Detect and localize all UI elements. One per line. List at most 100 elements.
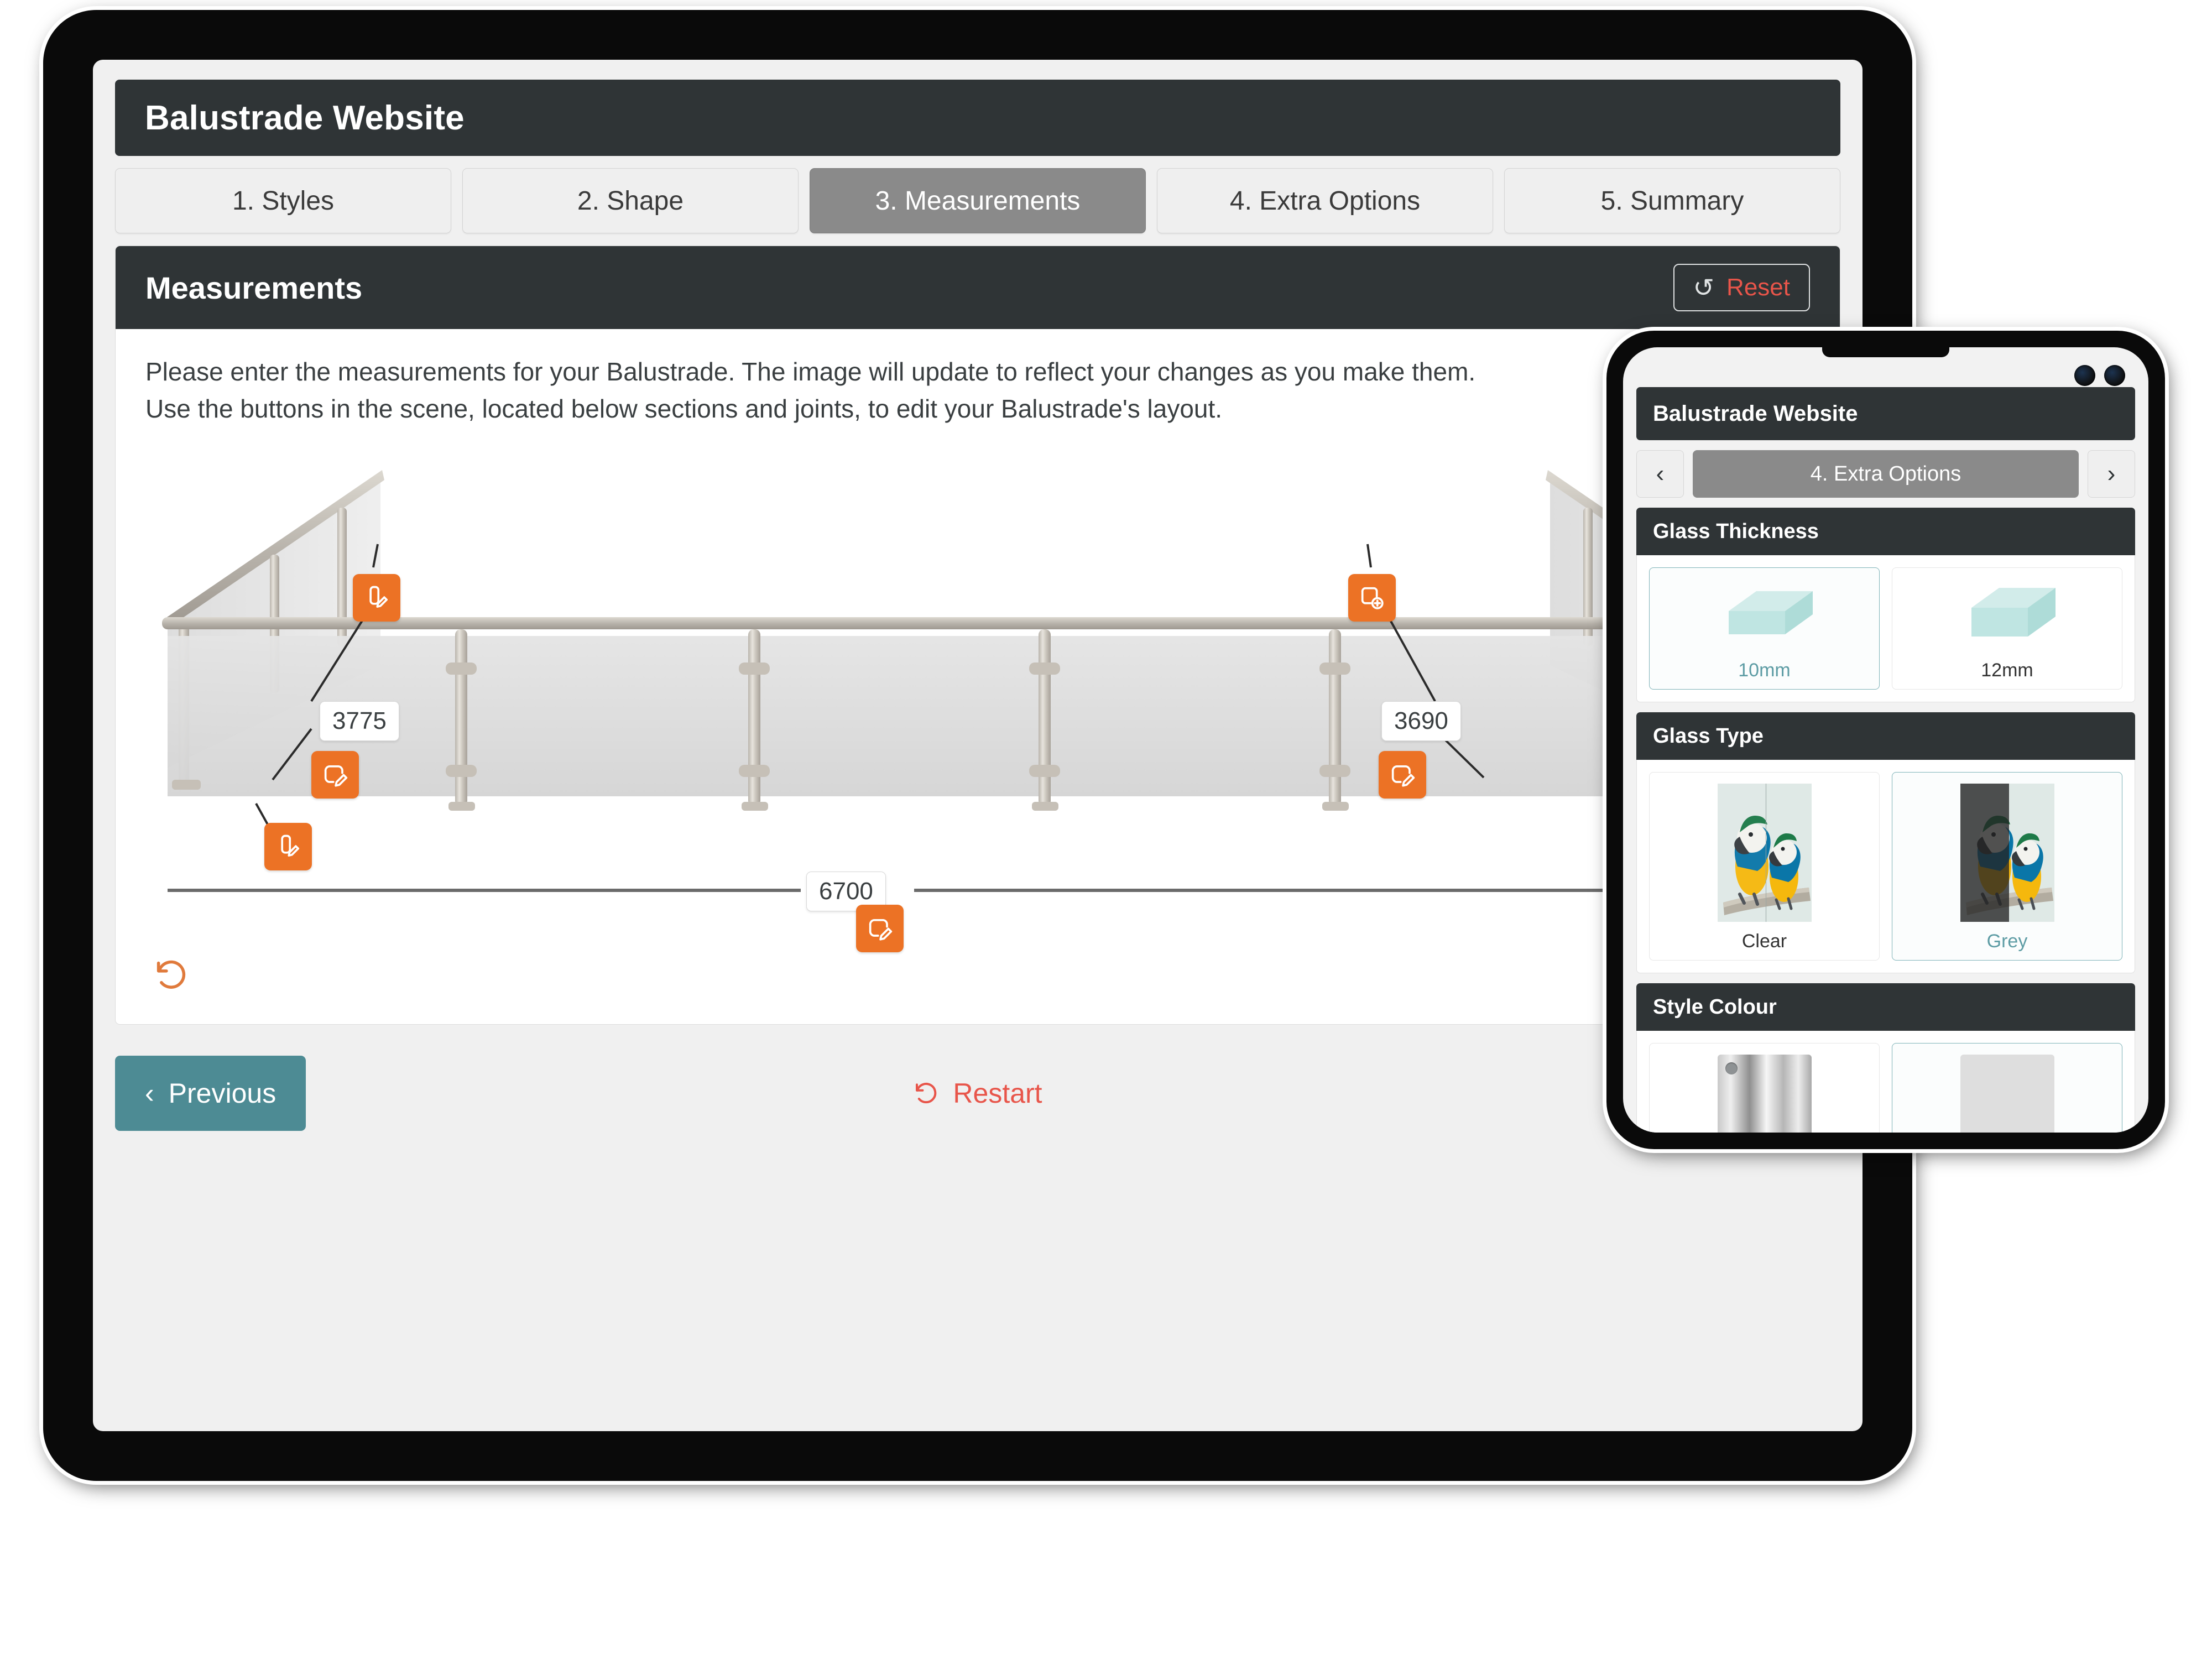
phone-current-step[interactable]: 4. Extra Options <box>1693 450 2079 498</box>
tab-measurements-label: 3. Measurements <box>875 186 1081 216</box>
option-glass-clear-label: Clear <box>1741 931 1787 952</box>
option-visual <box>1657 1055 1871 1133</box>
panel-header: Measurements ↺ Reset <box>116 246 1840 329</box>
phone-current-step-label: 4. Extra Options <box>1810 462 1961 486</box>
phone-content: Balustrade Website ‹ 4. Extra Options › <box>1623 347 2148 1133</box>
tab-styles-label: 1. Styles <box>232 186 335 216</box>
edit-joint-icon <box>281 835 300 857</box>
glass-block-icon <box>1971 588 2056 637</box>
reset-button-label: Reset <box>1726 274 1790 301</box>
glass-tint-overlay <box>1960 784 2009 922</box>
restart-button-label: Restart <box>953 1078 1042 1109</box>
option-visual <box>1900 784 2114 922</box>
tab-shape-label: 2. Shape <box>577 186 684 216</box>
edit-joint-button-left[interactable] <box>353 574 400 622</box>
screenshot-stage: Balustrade Website 1. Styles 2. Shape 3.… <box>0 0 2212 1659</box>
instructions: Please enter the measurements for your B… <box>145 353 1810 427</box>
app-title: Balustrade Website <box>145 98 465 137</box>
section-style-colour: Style Colour <box>1636 983 2135 1133</box>
tab-extra-options[interactable]: 4. Extra Options <box>1157 168 1493 233</box>
option-colour-grey[interactable] <box>1892 1043 2122 1133</box>
tablet-app-header: Balustrade Website <box>115 80 1840 156</box>
restart-icon <box>916 1083 937 1104</box>
option-visual <box>1900 579 2114 651</box>
edit-section-button-left[interactable] <box>311 751 359 799</box>
edit-total-length-button[interactable] <box>856 905 904 953</box>
option-colour-chrome[interactable] <box>1649 1043 1880 1133</box>
phone-notch <box>1822 347 1949 357</box>
edit-total-icon <box>869 919 893 941</box>
option-glass-10mm-label: 10mm <box>1738 660 1791 681</box>
section-style-colour-body <box>1636 1031 2135 1133</box>
section-style-colour-header: Style Colour <box>1636 983 2135 1031</box>
edit-section-button-right[interactable] <box>1379 751 1426 799</box>
option-glass-clear[interactable]: Clear <box>1649 772 1880 961</box>
balustrade-3d-scene[interactable]: 3775 3690 6700 <box>145 441 1810 1006</box>
add-section-button-right[interactable] <box>1348 574 1396 622</box>
undo-icon: ↺ <box>1693 273 1715 302</box>
edit-section-icon <box>324 765 348 787</box>
option-glass-grey-label: Grey <box>1986 931 2028 952</box>
option-glass-10mm[interactable]: 10mm <box>1649 567 1880 690</box>
panel-title: Measurements <box>145 270 363 305</box>
scene-undo-button[interactable] <box>153 957 196 1000</box>
step-tabs: 1. Styles 2. Shape 3. Measurements 4. Ex… <box>115 168 1840 233</box>
tab-summary-label: 5. Summary <box>1600 186 1744 216</box>
edit-joint-icon <box>369 586 388 608</box>
chevron-left-icon: ‹ <box>145 1078 154 1109</box>
parrot-photo-clear <box>1717 784 1812 922</box>
chevron-left-icon: ‹ <box>1656 460 1665 487</box>
restart-button[interactable]: Restart <box>913 1077 1042 1109</box>
parrot-photo-grey <box>1960 784 2054 922</box>
option-visual <box>1657 579 1871 651</box>
section-glass-thickness-header: Glass Thickness <box>1636 508 2135 555</box>
section-glass-type-title: Glass Type <box>1653 724 1764 748</box>
tab-styles[interactable]: 1. Styles <box>115 168 451 233</box>
edit-joint-button-corner[interactable] <box>264 823 312 871</box>
tab-measurements[interactable]: 3. Measurements <box>810 168 1146 233</box>
phone-camera-cluster <box>2074 365 2125 386</box>
section-style-colour-title: Style Colour <box>1653 995 1777 1019</box>
section-glass-type-header: Glass Type <box>1636 712 2135 760</box>
camera-lens-icon <box>2074 365 2095 386</box>
phone-step-nav: ‹ 4. Extra Options › <box>1636 450 2135 498</box>
phone-app-title: Balustrade Website <box>1653 401 1858 426</box>
add-section-icon <box>1361 587 1384 610</box>
tablet-screen: Balustrade Website 1. Styles 2. Shape 3.… <box>93 60 1863 1431</box>
measurement-label-left[interactable]: 3775 <box>320 701 399 742</box>
option-glass-12mm-label: 12mm <box>1981 660 2033 681</box>
phone-device-frame: Balustrade Website ‹ 4. Extra Options › <box>1606 331 2165 1149</box>
measurement-label-right[interactable]: 3690 <box>1381 701 1461 742</box>
grey-swatch-icon <box>1960 1055 2054 1133</box>
section-glass-thickness: Glass Thickness 10mm 12mm <box>1636 508 2135 702</box>
instructions-line-1: Please enter the measurements for your B… <box>145 357 1476 386</box>
section-glass-type: Glass Type Clear Grey <box>1636 712 2135 973</box>
section-glass-thickness-body: 10mm 12mm <box>1636 555 2135 702</box>
glass-block-icon <box>1728 591 1813 634</box>
glass-tint-overlay <box>1717 784 1766 922</box>
option-glass-12mm[interactable]: 12mm <box>1892 567 2122 690</box>
instructions-line-2: Use the buttons in the scene, located be… <box>145 394 1223 423</box>
phone-app-header: Balustrade Website <box>1636 387 2135 440</box>
panel-body: Please enter the measurements for your B… <box>116 329 1840 1025</box>
undo-icon <box>156 961 186 989</box>
chevron-right-icon: › <box>2107 460 2116 487</box>
option-visual <box>1900 1055 2114 1133</box>
phone-next-step-button[interactable]: › <box>2088 450 2135 498</box>
phone-prev-step-button[interactable]: ‹ <box>1636 450 1684 498</box>
tab-summary[interactable]: 5. Summary <box>1504 168 1840 233</box>
previous-button-label: Previous <box>168 1078 276 1109</box>
edit-section-icon <box>1391 765 1415 787</box>
camera-lens-icon <box>2104 365 2125 386</box>
option-glass-grey[interactable]: Grey <box>1892 772 2122 961</box>
measurements-panel: Measurements ↺ Reset Please enter the me… <box>115 246 1840 1025</box>
tab-shape[interactable]: 2. Shape <box>462 168 799 233</box>
phone-screen: Balustrade Website ‹ 4. Extra Options › <box>1623 347 2148 1133</box>
previous-button[interactable]: ‹ Previous <box>115 1056 306 1131</box>
wizard-footer: ‹ Previous Restart <box>115 1038 1840 1149</box>
option-visual <box>1657 784 1871 922</box>
section-glass-thickness-title: Glass Thickness <box>1653 519 1819 543</box>
tab-extra-options-label: 4. Extra Options <box>1229 186 1421 216</box>
chrome-swatch-icon <box>1717 1055 1812 1133</box>
reset-button[interactable]: ↺ Reset <box>1673 264 1810 311</box>
